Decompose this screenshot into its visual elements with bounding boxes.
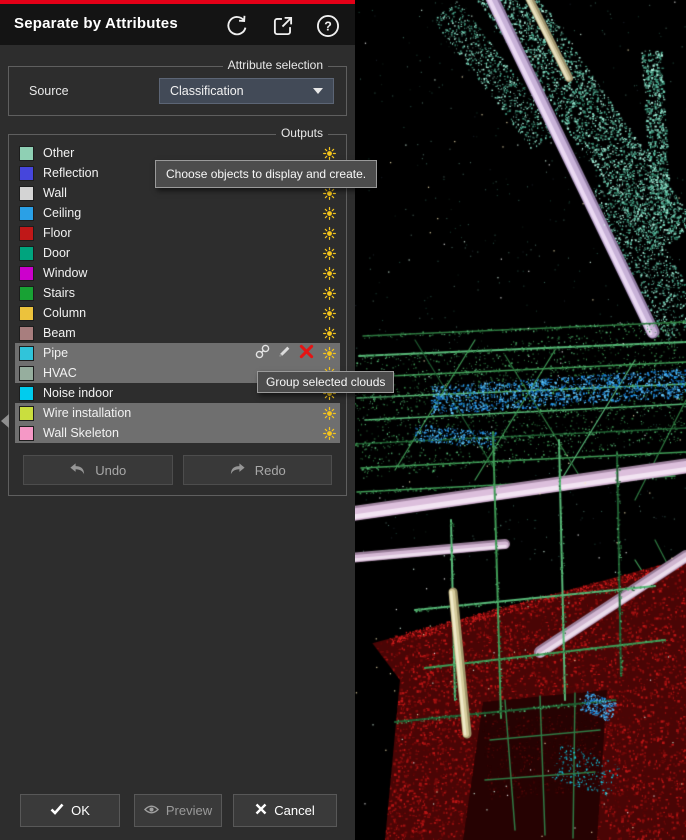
visibility-bulb-icon[interactable] <box>323 347 336 360</box>
source-dropdown-value: Classification <box>170 84 244 98</box>
titlebar: Separate by Attributes ? <box>0 4 355 45</box>
visibility-bulb-icon[interactable] <box>323 307 336 320</box>
class-label: Other <box>43 146 74 160</box>
dialog-footer: OK Preview Cancel <box>0 784 355 840</box>
output-row-floor[interactable]: Floor <box>15 223 340 243</box>
visibility-bulb-icon[interactable] <box>323 247 336 260</box>
class-label: Ceiling <box>43 206 81 220</box>
redo-arrow-icon <box>229 462 246 479</box>
output-row-column[interactable]: Column <box>15 303 340 323</box>
visibility-bulb-icon[interactable] <box>323 427 336 440</box>
outputs-list: Other Reflection Wall Ceiling Floor Door <box>15 143 340 443</box>
undo-label: Undo <box>95 463 126 478</box>
class-color-swatch[interactable] <box>19 326 34 341</box>
outputs-group-label: Outputs <box>276 126 328 140</box>
output-row-pipe[interactable]: Pipe <box>15 343 340 363</box>
class-color-swatch[interactable] <box>19 146 34 161</box>
link-icon[interactable] <box>255 344 270 362</box>
ok-label: OK <box>71 803 90 818</box>
visibility-bulb-icon[interactable] <box>323 327 336 340</box>
source-row: Source Classification <box>9 67 346 115</box>
class-label: Column <box>43 306 86 320</box>
class-label: Wall <box>43 186 67 200</box>
class-color-swatch[interactable] <box>19 346 34 361</box>
class-color-swatch[interactable] <box>19 206 34 221</box>
panel-collapse-arrow-icon[interactable] <box>1 414 9 428</box>
visibility-bulb-icon[interactable] <box>323 407 336 420</box>
visibility-bulb-icon[interactable] <box>323 287 336 300</box>
source-dropdown[interactable]: Classification <box>159 78 334 104</box>
class-label: Door <box>43 246 70 260</box>
open-export-icon[interactable] <box>270 13 296 39</box>
source-label: Source <box>29 84 69 98</box>
separate-by-attributes-dialog: Separate by Attributes ? Attribute selec… <box>0 0 355 840</box>
delete-x-icon[interactable] <box>299 344 314 362</box>
tooltip-group-clouds: Group selected clouds <box>257 371 394 393</box>
class-label: Pipe <box>43 346 68 360</box>
class-label: Floor <box>43 226 71 240</box>
class-label: Wall Skeleton <box>43 426 119 440</box>
class-color-swatch[interactable] <box>19 386 34 401</box>
class-color-swatch[interactable] <box>19 406 34 421</box>
class-color-swatch[interactable] <box>19 426 34 441</box>
x-icon <box>255 803 267 818</box>
check-icon <box>50 803 64 818</box>
output-row-wire-installation[interactable]: Wire installation <box>15 403 340 423</box>
output-row-ceiling[interactable]: Ceiling <box>15 203 340 223</box>
visibility-bulb-icon[interactable] <box>323 187 336 200</box>
class-label: Beam <box>43 326 76 340</box>
output-row-door[interactable]: Door <box>15 243 340 263</box>
class-color-swatch[interactable] <box>19 306 34 321</box>
row-actions <box>255 344 314 362</box>
undo-button[interactable]: Undo <box>23 455 173 485</box>
edit-pencil-icon[interactable] <box>277 344 292 362</box>
help-icon[interactable]: ? <box>315 13 341 39</box>
class-color-swatch[interactable] <box>19 246 34 261</box>
visibility-bulb-icon[interactable] <box>323 267 336 280</box>
class-color-swatch[interactable] <box>19 226 34 241</box>
class-label: Reflection <box>43 166 99 180</box>
output-row-stairs[interactable]: Stairs <box>15 283 340 303</box>
class-color-swatch[interactable] <box>19 286 34 301</box>
cancel-label: Cancel <box>274 803 314 818</box>
class-label: Wire installation <box>43 406 131 420</box>
outputs-group: Outputs Other Reflection Wall Ceiling Fl… <box>8 134 347 496</box>
ok-button[interactable]: OK <box>20 794 120 827</box>
visibility-bulb-icon[interactable] <box>323 207 336 220</box>
dialog-title: Separate by Attributes <box>14 15 178 32</box>
class-color-swatch[interactable] <box>19 166 34 181</box>
preview-label: Preview <box>166 803 212 818</box>
class-label: HVAC <box>43 366 77 380</box>
redo-button[interactable]: Redo <box>183 455 333 485</box>
3d-point-cloud-viewport[interactable] <box>355 0 686 840</box>
undo-arrow-icon <box>69 462 86 479</box>
output-row-window[interactable]: Window <box>15 263 340 283</box>
visibility-bulb-icon[interactable] <box>323 147 336 160</box>
class-label: Window <box>43 266 87 280</box>
reset-view-icon[interactable] <box>224 13 250 39</box>
attribute-selection-group: Attribute selection Source Classificatio… <box>8 66 347 116</box>
eye-icon <box>144 803 159 818</box>
visibility-bulb-icon[interactable] <box>323 227 336 240</box>
preview-button[interactable]: Preview <box>134 794 222 827</box>
tooltip-display-create: Choose objects to display and create. <box>155 160 377 188</box>
class-color-swatch[interactable] <box>19 266 34 281</box>
class-label: Noise indoor <box>43 386 113 400</box>
chevron-down-icon <box>313 88 323 94</box>
cancel-button[interactable]: Cancel <box>233 794 337 827</box>
attribute-selection-group-label: Attribute selection <box>223 58 328 72</box>
undo-redo-bar: Undo Redo <box>23 455 332 485</box>
class-color-swatch[interactable] <box>19 366 34 381</box>
output-row-wall-skeleton[interactable]: Wall Skeleton <box>15 423 340 443</box>
output-row-beam[interactable]: Beam <box>15 323 340 343</box>
class-label: Stairs <box>43 286 75 300</box>
class-color-swatch[interactable] <box>19 186 34 201</box>
svg-text:?: ? <box>324 20 332 34</box>
redo-label: Redo <box>255 463 286 478</box>
